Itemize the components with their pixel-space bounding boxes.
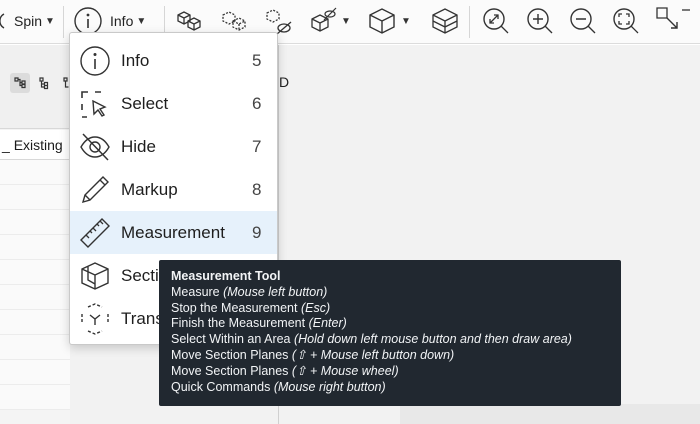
toolbar-divider [63, 6, 64, 38]
tooltip-hint: (Mouse right button) [273, 379, 386, 394]
spin-label: Spin [14, 13, 43, 29]
table-row[interactable] [0, 385, 70, 410]
table-row[interactable] [0, 235, 70, 260]
info-icon [80, 46, 110, 76]
chevron-down-icon: ▼ [401, 15, 411, 27]
view-cube-icon [369, 8, 395, 34]
menu-item-shortcut: 5 [252, 50, 262, 70]
info-label: Info [110, 13, 134, 29]
section-box-button[interactable] [429, 5, 461, 37]
select-area-button[interactable] [654, 5, 690, 37]
hierarchy-icon [39, 77, 49, 90]
table-row[interactable] [0, 185, 70, 210]
menu-item-shortcut: 8 [252, 179, 262, 199]
chevron-down-icon: ▼ [45, 15, 55, 27]
transparency-button[interactable]: ▼ [306, 5, 351, 37]
table-row[interactable] [0, 260, 70, 285]
chevron-down-icon: ▼ [136, 15, 147, 27]
tooltip-action: Stop the Measurement [171, 300, 301, 315]
model-floor [400, 404, 700, 424]
menu-item-markup[interactable]: Markup 8 [70, 168, 277, 211]
tooltip-hint: (Mouse left button) [223, 284, 328, 299]
menu-item-label: Trans [121, 308, 164, 328]
zoom-extents-icon [483, 8, 509, 34]
tooltip-title: Measurement Tool [171, 269, 281, 283]
table-row[interactable] [0, 310, 70, 335]
section-cube-icon [81, 262, 109, 290]
left-panel-header [0, 45, 70, 129]
select-icon [81, 91, 107, 118]
menu-item-shortcut: 7 [252, 136, 262, 156]
tooltip-line: Measure (Mouse left button) [171, 285, 609, 301]
tooltip-line: Move Section Planes (⇧ + Mouse wheel) [171, 364, 609, 380]
menu-item-label: Info [121, 50, 150, 70]
left-panel: _ Existing [0, 45, 70, 424]
ruler-icon [80, 218, 110, 248]
zoom-out-button[interactable] [567, 5, 599, 37]
hide-icon [80, 133, 110, 161]
transform-icon [81, 303, 109, 335]
tooltip-line: Stop the Measurement (Esc) [171, 301, 609, 317]
table-row[interactable] [0, 210, 70, 235]
tooltip-hint: (Hold down left mouse button and then dr… [293, 332, 572, 347]
menu-item-label: Hide [121, 136, 156, 156]
select-area-icon [656, 7, 690, 29]
menu-item-shortcut: 6 [252, 93, 262, 113]
markup-pencil-icon [81, 176, 109, 204]
tooltip-hint: (Enter) [308, 316, 347, 331]
chevron-down-icon: ▼ [341, 15, 351, 27]
zoom-out-icon [570, 8, 596, 34]
table-row[interactable] [0, 335, 70, 360]
tooltip-action: Select Within an Area [171, 332, 294, 347]
menu-item-measurement[interactable]: Measurement 9 [70, 211, 277, 254]
zoom-extents-button[interactable] [480, 5, 512, 37]
tooltip-line: Finish the Measurement (Enter) [171, 316, 609, 332]
viewport-tab-label: D [279, 74, 290, 90]
tooltip-action: Move Section Planes [171, 347, 292, 362]
table-row[interactable] [0, 285, 70, 310]
menu-item-select[interactable]: Select 6 [70, 82, 277, 125]
toolbar-divider [469, 6, 470, 38]
tooltip-action: Measure [171, 284, 224, 299]
table-row[interactable] [0, 160, 70, 185]
tooltip-hint: (Esc) [300, 300, 331, 315]
spin-button[interactable]: Spin ▼ [0, 5, 55, 37]
zoom-in-icon [527, 8, 553, 34]
tooltip-hint: (⇧ + Mouse left button down) [291, 347, 455, 362]
tooltip-action: Quick Commands [171, 379, 274, 394]
tree-icon [14, 77, 26, 89]
zoom-fit-button[interactable] [610, 5, 642, 37]
column-header-label: Existing [13, 137, 63, 153]
tooltip-line: Quick Commands (Mouse right button) [171, 380, 609, 396]
section-box-icon [432, 8, 458, 34]
menu-item-label: Select [121, 93, 169, 113]
menu-item-label: Markup [121, 179, 178, 199]
menu-item-label: Secti [121, 265, 159, 285]
spin-icon [0, 13, 5, 29]
transparency-icon [311, 7, 337, 32]
tooltip-line: Select Within an Area (Hold down left mo… [171, 332, 609, 348]
tooltip-hint: (⇧ + Mouse wheel) [291, 363, 399, 378]
tooltip-action: Finish the Measurement [171, 316, 309, 331]
column-header-existing[interactable]: _ Existing [0, 130, 70, 160]
hierarchy-view-button[interactable] [34, 73, 54, 93]
table-row[interactable] [0, 360, 70, 385]
menu-item-shortcut: 9 [252, 222, 262, 242]
measurement-tooltip: Measurement Tool Measure (Mouse left but… [159, 260, 621, 406]
view-cube-button[interactable]: ▼ [366, 5, 411, 37]
tree-view-button[interactable] [10, 73, 30, 93]
zoom-in-button[interactable] [524, 5, 556, 37]
tooltip-action: Move Section Planes [171, 363, 292, 378]
zoom-fit-icon [613, 8, 639, 34]
menu-item-label: Measurement [121, 222, 225, 242]
tooltip-line: Move Section Planes (⇧ + Mouse left butt… [171, 348, 609, 364]
menu-item-info[interactable]: Info 5 [70, 39, 277, 82]
menu-item-hide[interactable]: Hide 7 [70, 125, 277, 168]
